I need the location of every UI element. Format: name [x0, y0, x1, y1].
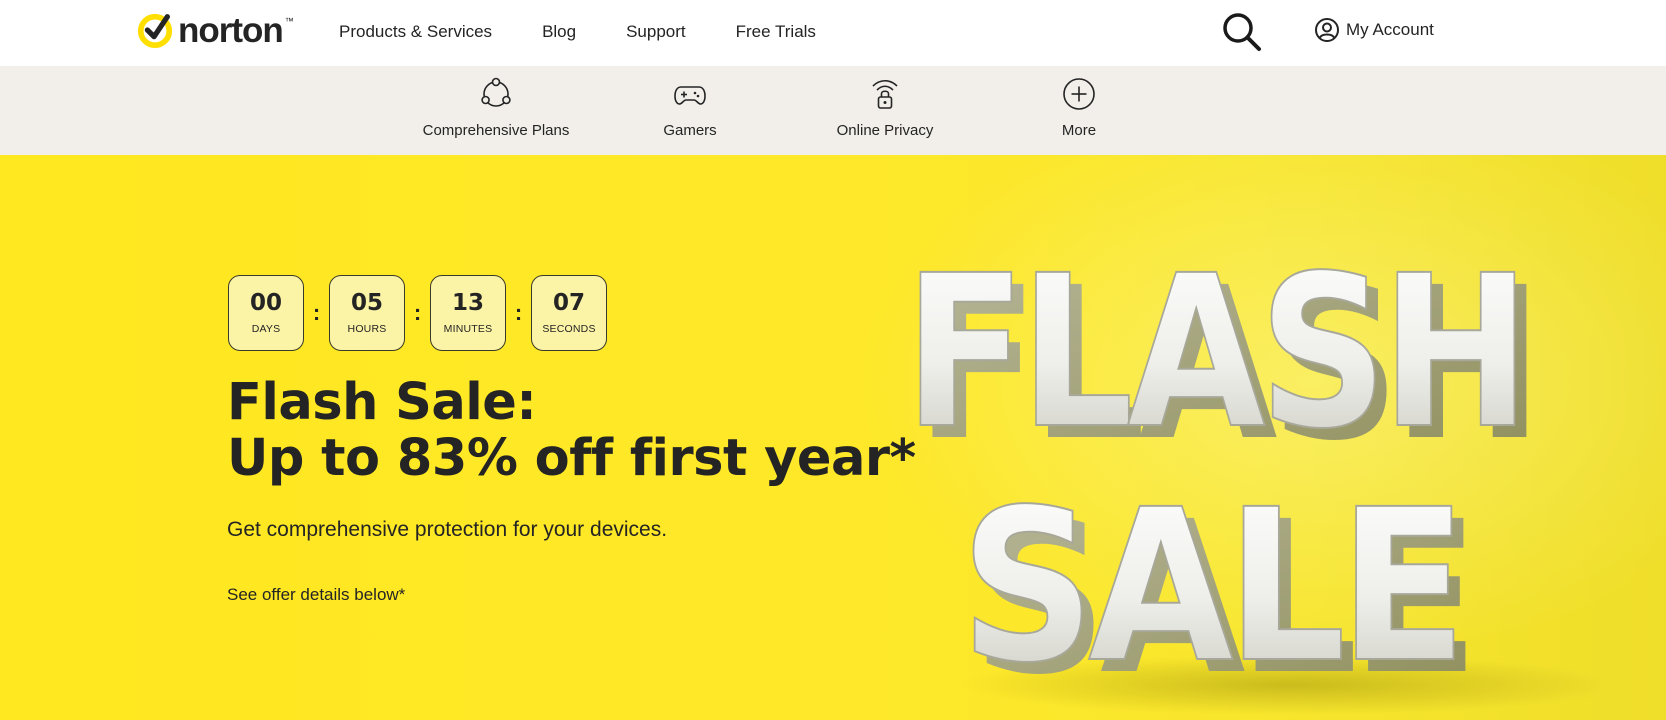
- hero-title-line1: Flash Sale:: [227, 373, 537, 432]
- hero-title: Flash Sale: Up to 83% off first year*: [227, 375, 916, 487]
- countdown-minutes: 13 MINUTES: [430, 275, 506, 351]
- category-nav: Comprehensive Plans Gamers Online Privac…: [0, 66, 1666, 155]
- countdown-timer: 00 DAYS : 05 HOURS : 13 MINUTES : 07 SEC…: [228, 275, 607, 351]
- norton-checkmark-icon: [137, 13, 173, 49]
- countdown-days: 00 DAYS: [228, 275, 304, 351]
- art-line2: SALE: [960, 464, 1460, 709]
- countdown-unit: DAYS: [251, 322, 281, 335]
- countdown-value: 00: [249, 289, 282, 316]
- nav-blog[interactable]: Blog: [542, 22, 576, 42]
- subnav-comprehensive-plans[interactable]: Comprehensive Plans: [411, 76, 581, 139]
- subnav-online-privacy[interactable]: Online Privacy: [800, 76, 970, 139]
- subnav-label: Gamers: [663, 122, 717, 139]
- countdown-value: 07: [552, 289, 585, 316]
- flash-sale-hero: 00 DAYS : 05 HOURS : 13 MINUTES : 07 SEC…: [0, 155, 1666, 720]
- logo-trademark: ™: [284, 16, 294, 26]
- countdown-unit: SECONDS: [542, 322, 596, 335]
- nav-products-services[interactable]: Products & Services: [339, 22, 492, 42]
- hero-title-line2: Up to 83% off first year*: [227, 429, 916, 488]
- countdown-unit: HOURS: [347, 322, 387, 335]
- hero-subtitle: Get comprehensive protection for your de…: [227, 518, 668, 541]
- subnav-label: Comprehensive Plans: [422, 122, 570, 139]
- art-line1: FLASH: [904, 230, 1524, 475]
- countdown-hours: 05 HOURS: [329, 275, 405, 351]
- countdown-seconds: 07 SECONDS: [531, 275, 607, 351]
- flash-sale-3d-lettering: FLASH FLASH SALE SALE: [903, 229, 1600, 715]
- subnav-more[interactable]: More: [994, 76, 1164, 139]
- nav-support[interactable]: Support: [626, 22, 686, 42]
- logo-wordmark: norton: [178, 10, 284, 50]
- subnav-label: More: [1061, 122, 1097, 139]
- plus-circle-icon: [1063, 78, 1095, 110]
- offer-details-link[interactable]: See offer details below*: [227, 585, 405, 605]
- countdown-unit: MINUTES: [443, 322, 493, 335]
- countdown-separator: :: [413, 300, 422, 325]
- user-circle-icon: [1315, 18, 1339, 42]
- my-account-link[interactable]: My Account: [1314, 17, 1434, 43]
- countdown-separator: :: [312, 300, 321, 325]
- nav-free-trials[interactable]: Free Trials: [736, 22, 816, 42]
- main-nav: Products & Services Blog Support Free Tr…: [339, 22, 866, 42]
- countdown-value: 05: [350, 289, 383, 316]
- search-button[interactable]: [1221, 11, 1263, 53]
- top-navigation: norton ™ Products & Services Blog Suppor…: [0, 0, 1666, 66]
- connected-circles-icon: [481, 77, 511, 107]
- gamepad-icon: [674, 86, 706, 105]
- my-account-label: My Account: [1346, 20, 1434, 39]
- wifi-lock-icon: [872, 79, 898, 109]
- countdown-separator: :: [514, 300, 523, 325]
- subnav-label: Online Privacy: [836, 122, 934, 139]
- search-icon: [1223, 13, 1261, 51]
- subnav-gamers[interactable]: Gamers: [605, 76, 775, 139]
- norton-logo[interactable]: norton ™: [136, 10, 294, 50]
- countdown-value: 13: [451, 289, 484, 316]
